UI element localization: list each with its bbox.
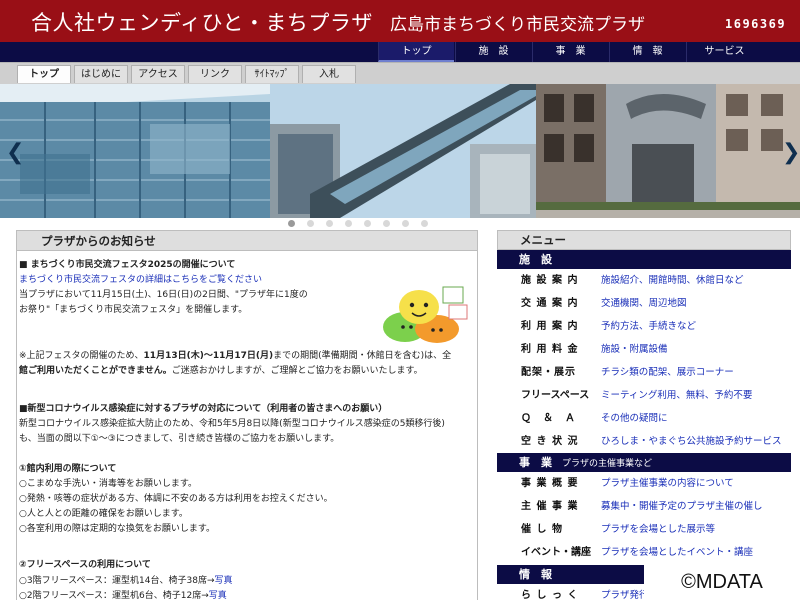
site-header: 合人社ウェンディひと・まちプラザ 広島市まちづくり市民交流プラザ 1696369 bbox=[0, 0, 800, 42]
sub-nav-intro[interactable]: はじめに bbox=[74, 65, 128, 83]
section2-title: ②フリースペースの利用について bbox=[19, 560, 151, 570]
main-nav-facilities[interactable]: 施 設 bbox=[455, 42, 531, 62]
festival-mascot-illustration bbox=[373, 283, 469, 345]
photo-link[interactable]: 写真 bbox=[209, 591, 227, 600]
menu-item-lectures[interactable]: イベント・講座 プラザを会場としたイベント・講座 bbox=[497, 542, 791, 564]
menu-item-facility-guide[interactable]: 施 設 案 内施設紹介、開館時間、休館日など bbox=[497, 270, 791, 292]
list-item: ○各室利用の際は定期的な換気をお願いします。 bbox=[19, 524, 215, 534]
hero-photo-glass-building bbox=[0, 84, 270, 218]
notice-text: ※上記フェスタの開催のため、11月13日(木)～11月17日(月)までの期間(準… bbox=[19, 351, 452, 361]
slide-dot[interactable] bbox=[345, 220, 352, 227]
sub-nav-sitemap[interactable]: ｻｲﾄﾏｯﾌﾟ bbox=[245, 65, 299, 83]
menu-section-events: 事 業プラザの主催事業など bbox=[497, 453, 791, 472]
chevron-right-icon[interactable]: ❯ bbox=[782, 140, 800, 165]
visitor-counter: 1696369 bbox=[725, 17, 787, 31]
menu-item-freespace[interactable]: フリースペース ミーティング利用、無料、予約不要 bbox=[497, 385, 791, 407]
sub-nav-bidding[interactable]: 入札 bbox=[302, 65, 356, 83]
menu-item-exhibitions[interactable]: 催 し 物プラザを会場とした展示等 bbox=[497, 519, 791, 541]
sub-nav-access[interactable]: アクセス bbox=[131, 65, 185, 83]
chevron-left-icon[interactable]: ❮ bbox=[6, 140, 24, 165]
slide-dot[interactable] bbox=[364, 220, 371, 227]
hero-photo-skywalk bbox=[270, 84, 536, 218]
menu-item-transport[interactable]: 交 通 案 内交通機関、周辺地図 bbox=[497, 293, 791, 315]
list-item: ○2階フリースペース：運型机6台、椅子12席→写真 bbox=[19, 591, 227, 600]
sub-nav-top[interactable]: トップ bbox=[17, 65, 71, 83]
slide-dot[interactable] bbox=[288, 220, 295, 227]
menu-item-fees[interactable]: 利 用 料 金施設・附属設備 bbox=[497, 339, 791, 361]
slide-dot[interactable] bbox=[383, 220, 390, 227]
news-panel: プラザからのお知らせ ■ まちづくり市民交流フェスタ2025の開催について まち… bbox=[16, 230, 478, 600]
photo-link[interactable]: 写真 bbox=[215, 576, 233, 586]
menu-item-hosted-events[interactable]: 主 催 事 業募集中・開催予定のプラザ主催の催し bbox=[497, 496, 791, 518]
list-item: ○人と人との距離の確保をお願いします。 bbox=[19, 509, 188, 519]
notice-text: 館ご利用いただくことができません。ご迷惑おかけしますが、ご理解とご協力をお願いい… bbox=[19, 366, 423, 376]
covid-text: 新型コロナウイルス感染症拡大防止のため、令和5年5月8日以降(新型コロナウイルス… bbox=[19, 419, 445, 429]
menu-item-availability[interactable]: 空 き 状 況ひろしま・やまぐち公共施設予約サービス bbox=[497, 431, 791, 453]
slide-indicators bbox=[0, 218, 800, 230]
covid-title: ■新型コロナウイルス感染症に対するプラザの対応について（利用者の皆さまへのお願い… bbox=[19, 404, 388, 414]
list-item: ○3階フリースペース：運型机14台、椅子38席→写真 bbox=[19, 576, 233, 586]
main-nav: トップ 施 設 事 業 情 報 サービス bbox=[0, 42, 800, 62]
hero-slideshow: ❮ ❯ bbox=[0, 84, 800, 218]
main-nav-info[interactable]: 情 報 bbox=[609, 42, 685, 62]
main-nav-top[interactable]: トップ bbox=[378, 42, 454, 62]
slide-dot[interactable] bbox=[307, 220, 314, 227]
slide-dot[interactable] bbox=[326, 220, 333, 227]
menu-item-display[interactable]: 配架・展示 チラシ類の配架、展示コーナー bbox=[497, 362, 791, 384]
festival-title: ■ まちづくり市民交流フェスタ2025の開催について bbox=[19, 260, 236, 270]
section1-title: ①館内利用の際について bbox=[19, 464, 117, 474]
menu-item-usage[interactable]: 利 用 案 内予約方法、手続きなど bbox=[497, 316, 791, 338]
menu-heading: メニュー bbox=[497, 230, 791, 250]
slide-dot[interactable] bbox=[402, 220, 409, 227]
slide-dot[interactable] bbox=[421, 220, 428, 227]
site-subtitle: 広島市まちづくり市民交流プラザ bbox=[390, 15, 645, 35]
menu-item-faq[interactable]: Ｑ ＆ Ａ その他の疑問に bbox=[497, 408, 791, 430]
menu-section-facilities: 施 設 bbox=[497, 250, 791, 269]
main-nav-events[interactable]: 事 業 bbox=[532, 42, 608, 62]
menu-panel: メニュー 施 設 施 設 案 内施設紹介、開館時間、休館日など 交 通 案 内交… bbox=[497, 230, 791, 600]
sub-nav: トップ はじめに アクセス リンク ｻｲﾄﾏｯﾌﾟ 入札 bbox=[0, 62, 800, 84]
list-item: ○こまめな手洗い・消毒等をお願いします。 bbox=[19, 479, 197, 489]
menu-item-event-overview[interactable]: 事 業 概 要プラザ主催事業の内容について bbox=[497, 473, 791, 495]
news-heading: プラザからのお知らせ bbox=[17, 231, 477, 251]
watermark: ©MDATA bbox=[644, 565, 800, 600]
list-item: ○発熱・咳等の症状がある方、体調に不安のある方は利用をお控えください。 bbox=[19, 494, 333, 504]
covid-text: も、当面の間以下①～③につきまして、引き続き皆様のご協力をお願いします。 bbox=[19, 434, 340, 444]
main-nav-services[interactable]: サービス bbox=[686, 42, 762, 62]
site-title[interactable]: 合人社ウェンディひと・まちプラザ bbox=[31, 7, 373, 37]
hero-photo-entrance bbox=[536, 84, 800, 218]
sub-nav-links[interactable]: リンク bbox=[188, 65, 242, 83]
